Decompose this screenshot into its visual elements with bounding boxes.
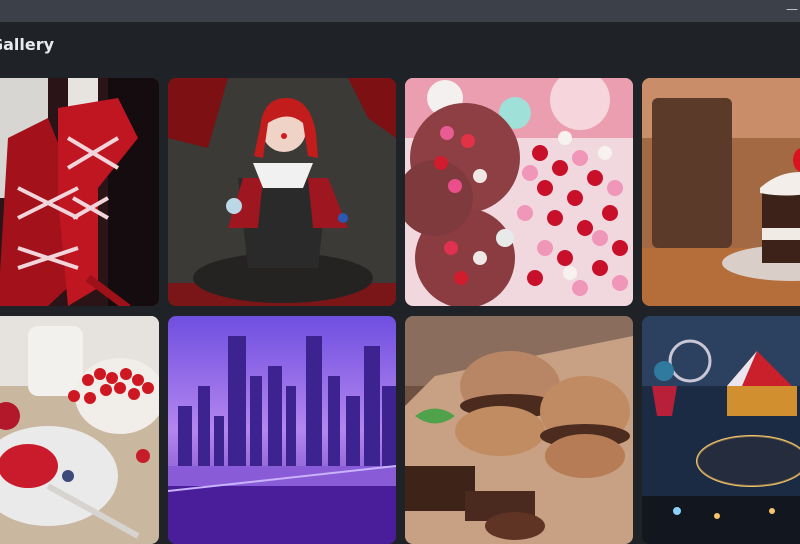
- cake-image: [642, 78, 800, 306]
- gallery-item-berries[interactable]: [0, 316, 159, 544]
- circus-image: [642, 316, 800, 544]
- gallery-item-boots[interactable]: [0, 78, 159, 306]
- minimize-button[interactable]: —: [786, 0, 800, 22]
- window-title-bar: —: [0, 0, 800, 22]
- cookies-image: [405, 78, 633, 306]
- page-title: Gallery: [0, 35, 55, 54]
- gallery-item-circus[interactable]: [642, 316, 800, 544]
- gallery-item-macarons[interactable]: [405, 316, 633, 544]
- macarons-image: [405, 316, 633, 544]
- purple-city-image: [168, 316, 396, 544]
- clown-girl-image: [168, 78, 396, 306]
- gallery-item-cake[interactable]: [642, 78, 800, 306]
- berries-image: [0, 316, 159, 544]
- header-bar: [0, 22, 800, 72]
- gallery-item-purple-city[interactable]: [168, 316, 396, 544]
- boots-image: [0, 78, 159, 306]
- gallery-item-clown-girl[interactable]: [168, 78, 396, 306]
- gallery-item-cookies[interactable]: [405, 78, 633, 306]
